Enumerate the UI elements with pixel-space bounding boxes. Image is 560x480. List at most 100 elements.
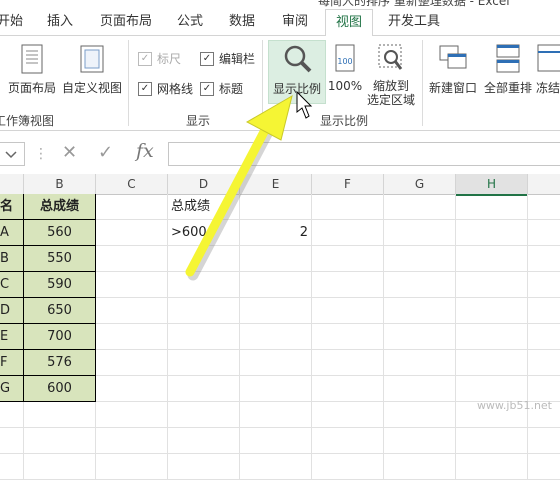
cell-f-5[interactable] bbox=[312, 298, 384, 324]
cell-a-8[interactable]: G bbox=[0, 376, 24, 402]
cell-e-1[interactable] bbox=[240, 194, 312, 220]
cell-d-5[interactable] bbox=[168, 298, 240, 324]
fx-icon[interactable]: fx bbox=[136, 140, 154, 162]
column-header-h[interactable]: H bbox=[456, 174, 528, 196]
cell-f-4[interactable] bbox=[312, 272, 384, 298]
cell-h-4[interactable] bbox=[456, 272, 528, 298]
cell-f-6[interactable] bbox=[312, 324, 384, 350]
page-layout-button[interactable]: 页面布局 bbox=[6, 42, 58, 96]
cell-e-11[interactable] bbox=[240, 454, 312, 480]
cell-g-6[interactable] bbox=[384, 324, 456, 350]
cell-b-9[interactable] bbox=[24, 402, 96, 428]
column-header-e[interactable]: E bbox=[240, 174, 312, 195]
cell-e-10[interactable] bbox=[240, 428, 312, 454]
cell-c-11[interactable] bbox=[96, 454, 168, 480]
cell-d-7[interactable] bbox=[168, 350, 240, 376]
cell-g-10[interactable] bbox=[384, 428, 456, 454]
cell-h-2[interactable] bbox=[456, 220, 528, 246]
cell-h-1[interactable] bbox=[456, 194, 528, 220]
tab-formulas[interactable]: 公式 bbox=[170, 9, 210, 35]
cell-f-2[interactable] bbox=[312, 220, 384, 246]
drag-handle-icon[interactable]: ⋮ bbox=[34, 146, 48, 162]
cell-e-2[interactable]: 2 bbox=[240, 220, 312, 246]
cell-a-4[interactable]: C bbox=[0, 272, 24, 298]
zoom-button[interactable]: 显示比例 bbox=[268, 40, 326, 104]
tab-developer[interactable]: 开发工具 bbox=[382, 9, 446, 35]
cell-d-10[interactable] bbox=[168, 428, 240, 454]
cell-d-4[interactable] bbox=[168, 272, 240, 298]
cell-b-5[interactable]: 650 bbox=[24, 298, 96, 324]
cell-g-2[interactable] bbox=[384, 220, 456, 246]
tab-review[interactable]: 审阅 bbox=[275, 9, 315, 35]
cell-b-3[interactable]: 550 bbox=[24, 246, 96, 272]
cell-a-1[interactable]: 名 bbox=[0, 194, 24, 220]
cell-h-3[interactable] bbox=[456, 246, 528, 272]
cell-c-2[interactable] bbox=[96, 220, 168, 246]
cell-g-8[interactable] bbox=[384, 376, 456, 402]
cell-e-4[interactable] bbox=[240, 272, 312, 298]
freeze-panes-button[interactable]: 冻结 bbox=[536, 42, 560, 96]
cell-i-11[interactable] bbox=[528, 454, 560, 480]
cell-h-6[interactable] bbox=[456, 324, 528, 350]
cell-e-9[interactable] bbox=[240, 402, 312, 428]
headings-checkbox[interactable]: ✓ 标题 bbox=[200, 80, 243, 98]
cell-g-1[interactable] bbox=[384, 194, 456, 220]
cell-b-4[interactable]: 590 bbox=[24, 272, 96, 298]
cell-c-8[interactable] bbox=[96, 376, 168, 402]
cell-d-11[interactable] bbox=[168, 454, 240, 480]
cell-i-4[interactable] bbox=[528, 272, 560, 298]
formula-input[interactable] bbox=[168, 142, 560, 166]
cell-g-7[interactable] bbox=[384, 350, 456, 376]
cell-a-7[interactable]: F bbox=[0, 350, 24, 376]
cell-a-6[interactable]: E bbox=[0, 324, 24, 350]
cell-c-5[interactable] bbox=[96, 298, 168, 324]
zoom-100-button[interactable]: 100 100% bbox=[326, 42, 364, 93]
cell-i-10[interactable] bbox=[528, 428, 560, 454]
cell-c-10[interactable] bbox=[96, 428, 168, 454]
cell-e-6[interactable] bbox=[240, 324, 312, 350]
gridlines-checkbox[interactable]: ✓ 网格线 bbox=[138, 80, 193, 98]
cell-i-1[interactable] bbox=[528, 194, 560, 220]
cell-b-7[interactable]: 576 bbox=[24, 350, 96, 376]
cell-i-2[interactable] bbox=[528, 220, 560, 246]
cell-f-1[interactable] bbox=[312, 194, 384, 220]
tab-view[interactable]: 视图 bbox=[325, 9, 373, 37]
cell-c-7[interactable] bbox=[96, 350, 168, 376]
cell-h-10[interactable] bbox=[456, 428, 528, 454]
column-header-f[interactable]: F bbox=[312, 174, 384, 195]
tab-home[interactable]: 开始 bbox=[0, 9, 28, 35]
cell-a-2[interactable]: A bbox=[0, 220, 24, 246]
cell-h-5[interactable] bbox=[456, 298, 528, 324]
cell-c-6[interactable] bbox=[96, 324, 168, 350]
cell-a-3[interactable]: B bbox=[0, 246, 24, 272]
cell-f-8[interactable] bbox=[312, 376, 384, 402]
cell-b-1[interactable]: 总成绩 bbox=[24, 194, 96, 220]
cell-a-10[interactable] bbox=[0, 428, 24, 454]
enter-icon[interactable]: ✓ bbox=[98, 142, 113, 163]
cell-a-5[interactable]: D bbox=[0, 298, 24, 324]
cell-f-11[interactable] bbox=[312, 454, 384, 480]
cell-f-7[interactable] bbox=[312, 350, 384, 376]
cell-f-10[interactable] bbox=[312, 428, 384, 454]
cell-d-1[interactable]: 总成绩 bbox=[168, 194, 240, 220]
cell-i-5[interactable] bbox=[528, 298, 560, 324]
name-box[interactable] bbox=[0, 142, 25, 166]
cell-e-7[interactable] bbox=[240, 350, 312, 376]
tab-insert[interactable]: 插入 bbox=[40, 9, 80, 35]
cell-g-4[interactable] bbox=[384, 272, 456, 298]
zoom-to-selection-button[interactable]: 缩放到 选定区域 bbox=[364, 42, 418, 107]
cell-b-10[interactable] bbox=[24, 428, 96, 454]
cell-g-5[interactable] bbox=[384, 298, 456, 324]
cell-h-11[interactable] bbox=[456, 454, 528, 480]
cell-b-6[interactable]: 700 bbox=[24, 324, 96, 350]
cell-b-8[interactable]: 600 bbox=[24, 376, 96, 402]
column-header-b[interactable]: B bbox=[24, 174, 96, 195]
new-window-button[interactable]: 新建窗口 bbox=[426, 42, 480, 96]
cell-b-11[interactable] bbox=[24, 454, 96, 480]
cell-f-9[interactable] bbox=[312, 402, 384, 428]
cell-f-3[interactable] bbox=[312, 246, 384, 272]
cell-c-4[interactable] bbox=[96, 272, 168, 298]
cell-h-7[interactable] bbox=[456, 350, 528, 376]
formula-bar-checkbox[interactable]: ✓ 编辑栏 bbox=[200, 50, 255, 68]
tab-data[interactable]: 数据 bbox=[222, 9, 262, 35]
